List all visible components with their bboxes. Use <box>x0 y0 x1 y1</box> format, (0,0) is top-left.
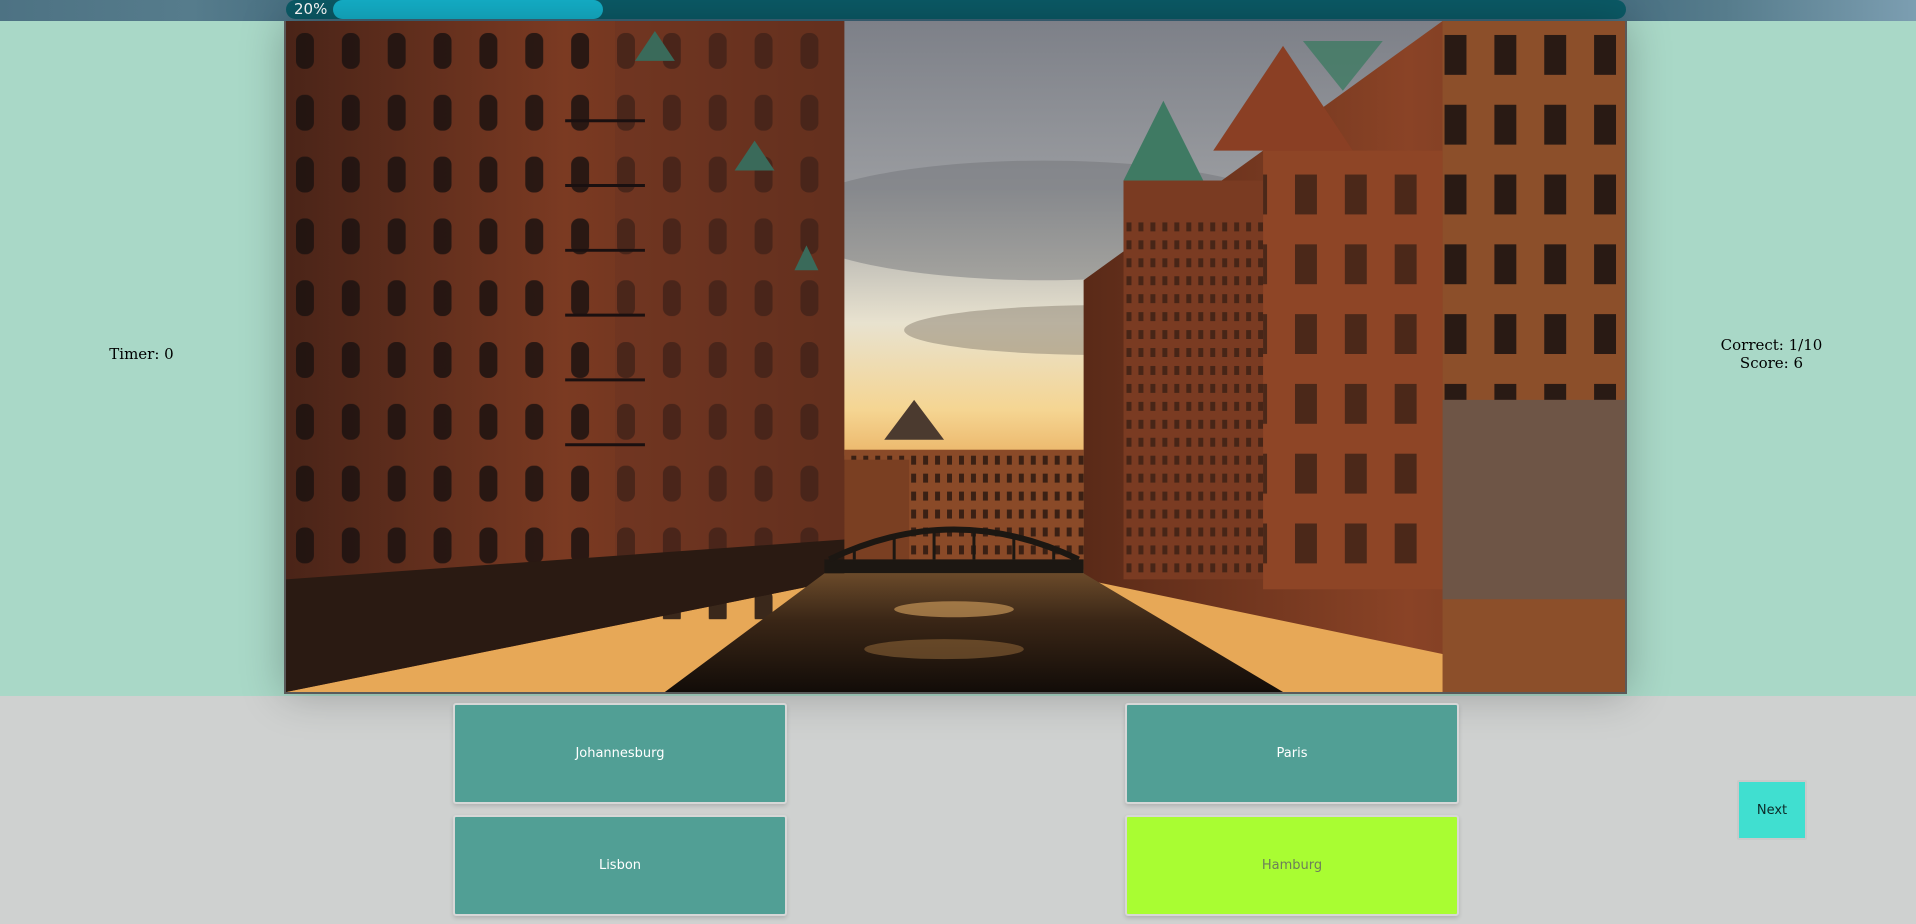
timer-label: Timer: 0 <box>109 344 174 363</box>
progress-fill <box>333 0 603 19</box>
answer-button-johannesburg[interactable]: Johannesburg <box>453 703 787 804</box>
score-value: Score: 6 <box>1739 353 1804 372</box>
answer-button-hamburg[interactable]: Hamburg <box>1125 815 1459 916</box>
right-panel: Correct: 1/10 Score: 6 <box>1627 21 1916 696</box>
answer-button-paris[interactable]: Paris <box>1125 703 1459 804</box>
location-photo-illustration <box>286 21 1625 692</box>
quiz-stage: Timer: 0 Correct: 1/10 Score: 6 <box>0 21 1916 696</box>
stats: Correct: 1/10 Score: 6 <box>1721 336 1823 372</box>
correct-count: Correct: 1/10 <box>1720 335 1823 354</box>
top-bar: 20% <box>0 0 1916 21</box>
location-photo <box>284 21 1627 694</box>
left-panel: Timer: 0 <box>0 21 283 696</box>
next-button[interactable]: Next <box>1737 780 1807 840</box>
progress-label: 20% <box>294 0 328 18</box>
answer-button-lisbon[interactable]: Lisbon <box>453 815 787 916</box>
